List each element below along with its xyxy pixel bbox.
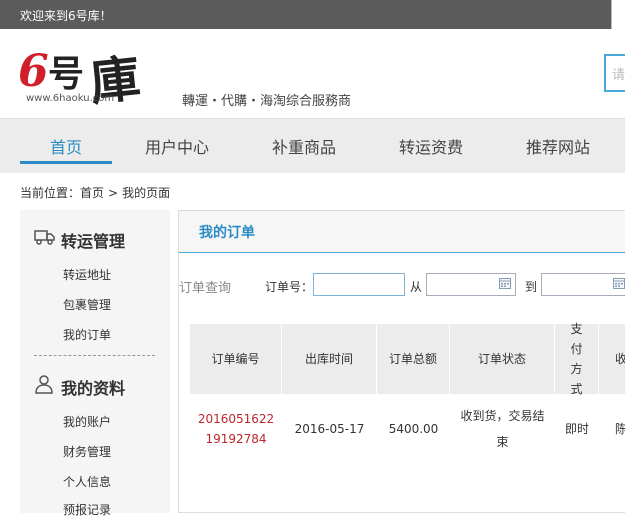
order-ship-date: 2016-05-17: [294, 422, 365, 436]
calendar-icon[interactable]: [499, 277, 511, 289]
nav-item-recommended-sites[interactable]: 推荐网站: [526, 134, 590, 158]
page-title: 我的订单: [199, 225, 255, 241]
logo-url: www.6haoku.com: [26, 93, 115, 104]
table-header-ship-date: 出库时间: [282, 324, 377, 394]
nav-item-reweigh-goods[interactable]: 补重商品: [272, 134, 336, 158]
order-number-input[interactable]: [313, 273, 405, 296]
order-number-part2: 19192784: [205, 432, 267, 446]
table-header-receiver: 收: [599, 324, 625, 394]
search-placeholder: 请: [612, 68, 625, 83]
user-icon: [34, 374, 54, 397]
sidebar-section-profile-title: 我的资料: [61, 379, 126, 398]
order-number-link[interactable]: 2016051622 19192784: [190, 394, 282, 464]
svg-text:号: 号: [48, 53, 84, 95]
sidebar-item-forecast-records[interactable]: 预报记录: [63, 501, 111, 518]
truck-icon: [34, 229, 56, 248]
table-header-payment: 支付方式: [555, 322, 599, 396]
breadcrumb-prefix: 当前位置：: [20, 186, 81, 200]
sidebar-item-finance[interactable]: 财务管理: [63, 443, 111, 460]
sidebar-section-shipping-title: 转运管理: [61, 232, 126, 251]
order-payment: 即时: [564, 422, 589, 436]
breadcrumb-current: 我的页面: [122, 186, 171, 200]
breadcrumb-separator: >: [108, 186, 119, 200]
order-number-part1: 2016051622: [197, 412, 275, 426]
date-from-label: 从: [410, 280, 423, 294]
topbar-right-gap: [612, 0, 625, 29]
date-to-label: 到: [525, 280, 538, 294]
order-number-label: 订单号：: [265, 280, 314, 294]
calendar-icon[interactable]: [613, 277, 625, 289]
order-amount: 5400.00: [388, 422, 439, 436]
nav-item-shipping-fees[interactable]: 转运资费: [399, 134, 463, 158]
order-receiver: 陈: [615, 422, 625, 436]
welcome-text: 欢迎来到6号库！: [20, 9, 112, 23]
sidebar: [20, 210, 170, 513]
table-header-status: 订单状态: [450, 324, 555, 394]
nav-item-user-center[interactable]: 用户中心: [145, 134, 209, 158]
table-header-order-no: 订单编号: [190, 324, 282, 394]
sidebar-item-my-account[interactable]: 我的账户: [63, 413, 111, 430]
order-status-line2: 束: [496, 435, 509, 449]
sidebar-item-package-management[interactable]: 包裹管理: [63, 296, 111, 313]
order-query-label: 订单查询: [179, 281, 232, 296]
breadcrumb: 当前位置：首页 > 我的页面: [20, 184, 174, 201]
table-header-total: 订单总额: [377, 324, 450, 394]
nav-item-home[interactable]: 首页: [50, 134, 82, 158]
svg-text:6: 6: [18, 46, 49, 97]
site-slogan: 轉運・代購・海淘综合服務商: [182, 94, 352, 109]
sidebar-item-shipping-address[interactable]: 转运地址: [63, 266, 111, 283]
order-status: 收到货，交易结 束: [450, 394, 555, 464]
nav-active-underline: [20, 161, 112, 164]
order-status-line1: 收到货，交易结: [460, 409, 545, 423]
sidebar-divider: [34, 355, 155, 356]
sidebar-item-my-orders[interactable]: 我的订单: [63, 326, 111, 343]
breadcrumb-home[interactable]: 首页: [80, 186, 104, 200]
sidebar-item-personal-info[interactable]: 个人信息: [63, 473, 111, 490]
